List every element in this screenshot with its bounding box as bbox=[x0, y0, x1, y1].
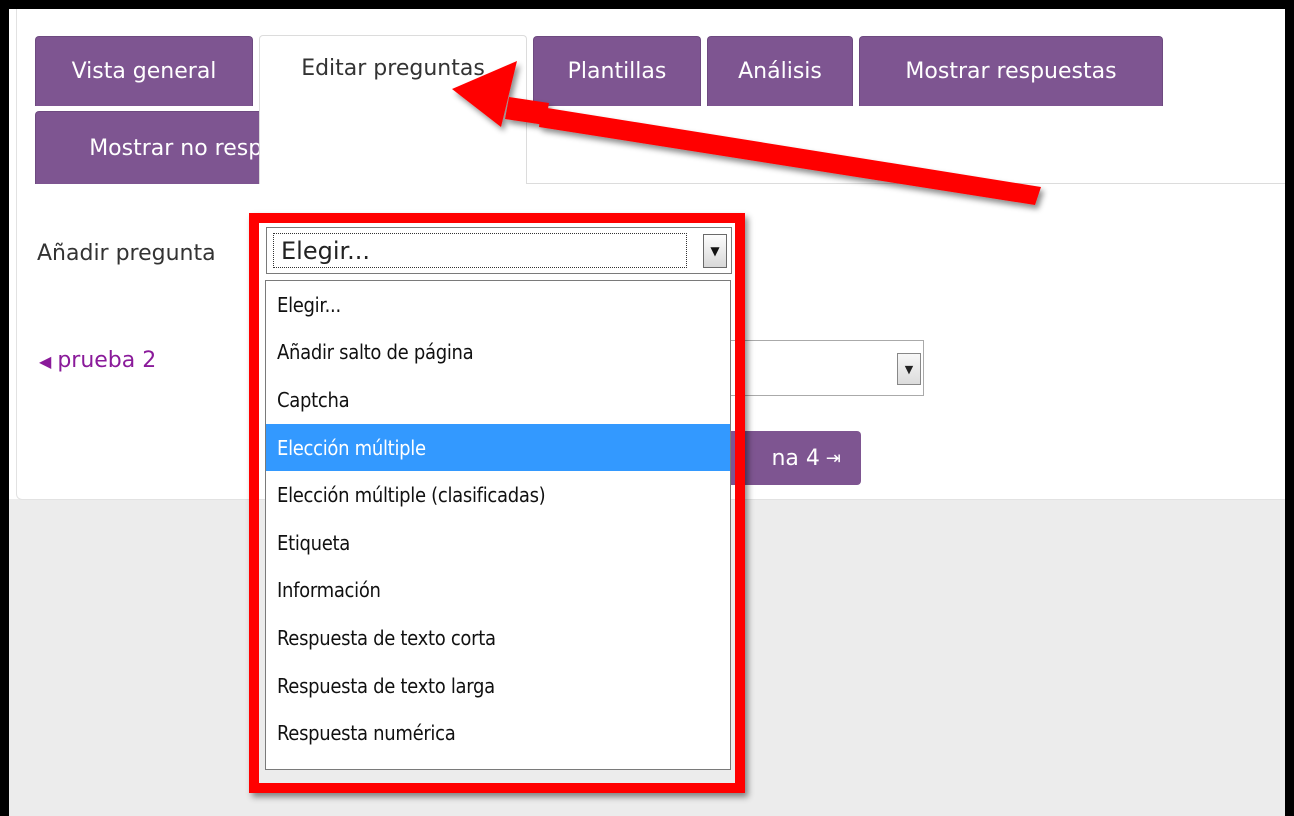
tab-editar-preguntas[interactable]: Editar preguntas bbox=[259, 35, 527, 184]
chevron-down-icon: ▼ bbox=[703, 234, 727, 268]
add-question-selected-value: Elegir... bbox=[281, 237, 371, 265]
dropdown-option[interactable]: Añadir salto de página bbox=[266, 329, 730, 377]
tab-vista-general[interactable]: Vista general bbox=[35, 36, 253, 106]
dropdown-option[interactable]: Respuesta numérica bbox=[266, 709, 730, 757]
chevron-down-icon: ▼ bbox=[897, 353, 921, 385]
tab-mostrar-respuestas[interactable]: Mostrar respuestas bbox=[859, 36, 1163, 106]
dropdown-option[interactable]: Respuesta de texto larga bbox=[266, 662, 730, 710]
add-question-select[interactable]: Elegir... ▼ bbox=[266, 227, 732, 274]
dropdown-option[interactable]: Captcha bbox=[266, 376, 730, 424]
dropdown-option[interactable]: Elegir... bbox=[266, 281, 730, 329]
tab-analisis[interactable]: Análisis bbox=[707, 36, 853, 106]
dropdown-option-highlighted[interactable]: Elección múltiple bbox=[266, 423, 730, 472]
add-question-dropdown[interactable]: Elegir... Añadir salto de página Captcha… bbox=[265, 280, 731, 770]
next-page-label: na 4 bbox=[771, 445, 820, 471]
dropdown-option[interactable]: Respuesta de texto corta bbox=[266, 614, 730, 662]
previous-page-label: prueba 2 bbox=[57, 348, 157, 373]
dropdown-option[interactable]: Etiqueta bbox=[266, 519, 730, 567]
tab-plantillas[interactable]: Plantillas bbox=[533, 36, 701, 106]
page-frame: Vista general Editar preguntas Plantilla… bbox=[9, 9, 1285, 816]
previous-page-link[interactable]: ◀ prueba 2 bbox=[39, 348, 156, 373]
sign-in-icon: ⇥ bbox=[825, 447, 841, 469]
next-page-button[interactable]: na 4 ⇥ bbox=[709, 431, 861, 485]
triangle-left-icon: ◀ bbox=[39, 352, 52, 371]
dropdown-option[interactable]: Información bbox=[266, 567, 730, 615]
dropdown-option[interactable]: Elección múltiple (clasificadas) bbox=[266, 471, 730, 519]
jump-to-page-select[interactable]: ▼ bbox=[714, 340, 924, 396]
tab-divider bbox=[436, 183, 1285, 184]
add-question-label: Añadir pregunta bbox=[37, 241, 216, 266]
